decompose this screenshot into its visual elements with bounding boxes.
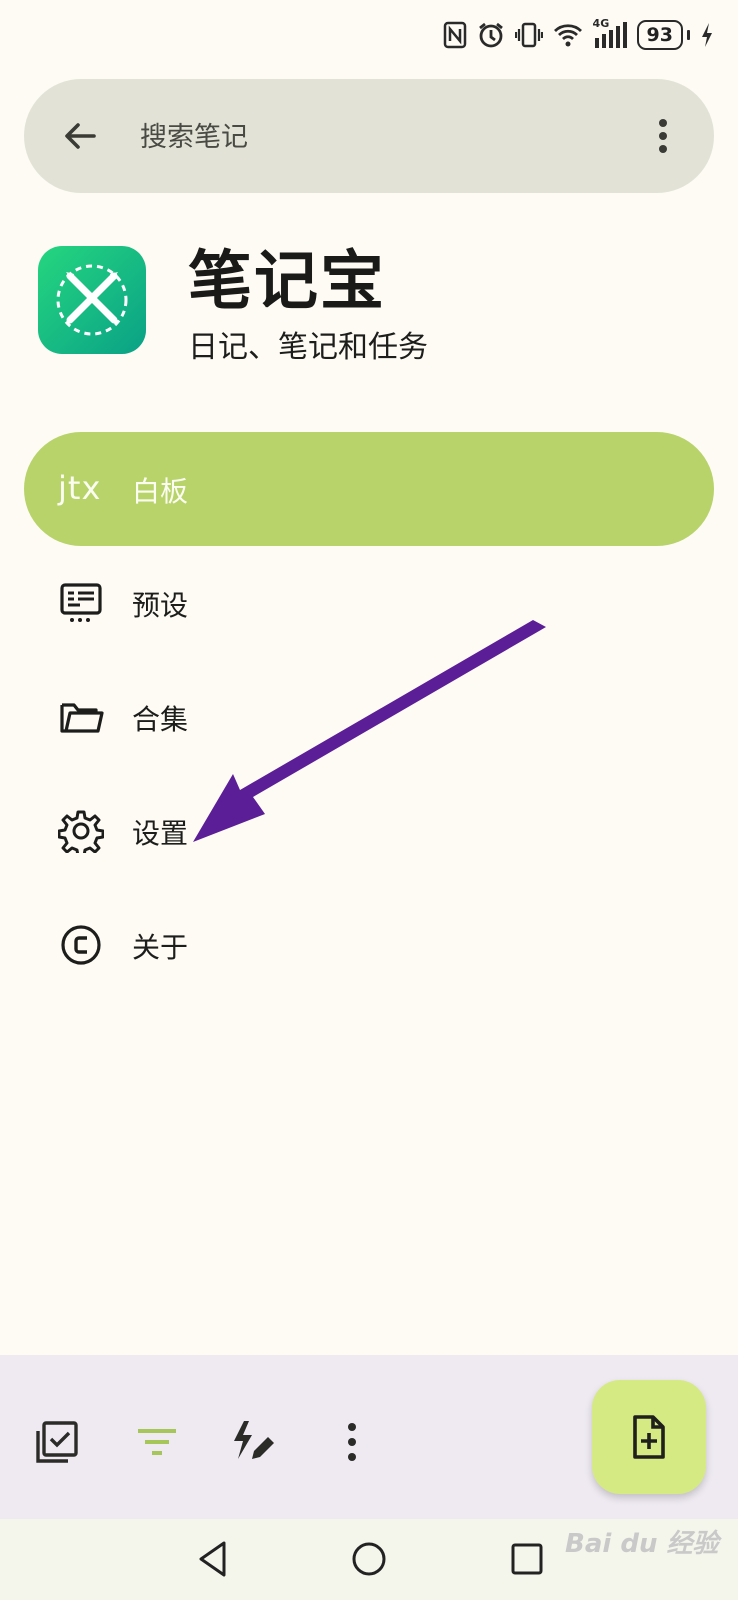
arrow-back-icon[interactable] xyxy=(60,116,100,156)
presets-icon xyxy=(60,583,102,622)
back-triangle-icon[interactable] xyxy=(196,1539,230,1579)
signal-icon: 4G xyxy=(593,17,627,50)
app-subtitle: 日记、笔记和任务 xyxy=(188,330,428,365)
more-vert-icon[interactable] xyxy=(656,116,670,156)
search-bar[interactable]: 搜索笔记 xyxy=(24,79,714,193)
alarm-icon xyxy=(478,22,503,48)
status-bar: 4G 93 xyxy=(0,0,738,72)
nav-item-whiteboard[interactable]: jtx 白板 xyxy=(24,432,714,546)
recents-square-icon[interactable] xyxy=(507,1539,547,1579)
watermark: Bai du 经验 xyxy=(565,1529,719,1559)
notes-app-icon xyxy=(38,246,146,354)
more-vert-icon[interactable] xyxy=(329,1419,375,1465)
search-input[interactable]: 搜索笔记 xyxy=(140,115,248,154)
jtx-logo-icon: jtx xyxy=(58,469,102,507)
nav-item-label: 白板 xyxy=(132,475,189,508)
nav-item-collections[interactable]: 合集 xyxy=(24,660,714,774)
nav-item-presets[interactable]: 预设 xyxy=(24,546,714,660)
nav-item-settings[interactable]: 设置 xyxy=(24,774,714,888)
checklist-icon[interactable] xyxy=(34,1419,80,1465)
nav-item-label: 预设 xyxy=(132,589,189,622)
gear-icon xyxy=(58,810,104,853)
home-circle-icon[interactable] xyxy=(349,1539,389,1579)
battery-tip xyxy=(687,30,690,40)
new-note-icon xyxy=(633,1415,665,1459)
folder-icon xyxy=(60,703,104,733)
wifi-icon xyxy=(553,24,582,47)
nav-item-label: 关于 xyxy=(132,931,189,964)
charging-icon xyxy=(702,23,712,47)
quick-add-icon[interactable] xyxy=(230,1419,276,1465)
battery-icon: 93 xyxy=(636,20,690,50)
status-icons: 4G 93 xyxy=(443,17,714,52)
nfc-icon xyxy=(443,21,466,49)
app-title: 笔记宝 xyxy=(188,245,386,319)
vibrate-icon xyxy=(514,22,543,48)
nav-item-label: 合集 xyxy=(132,703,189,736)
nav-item-about[interactable]: 关于 xyxy=(24,888,714,1002)
copyright-icon xyxy=(61,925,101,965)
nav-item-label: 设置 xyxy=(132,817,189,850)
filter-icon[interactable] xyxy=(134,1419,180,1465)
battery-level: 93 xyxy=(636,20,683,50)
new-note-button[interactable] xyxy=(592,1380,706,1494)
